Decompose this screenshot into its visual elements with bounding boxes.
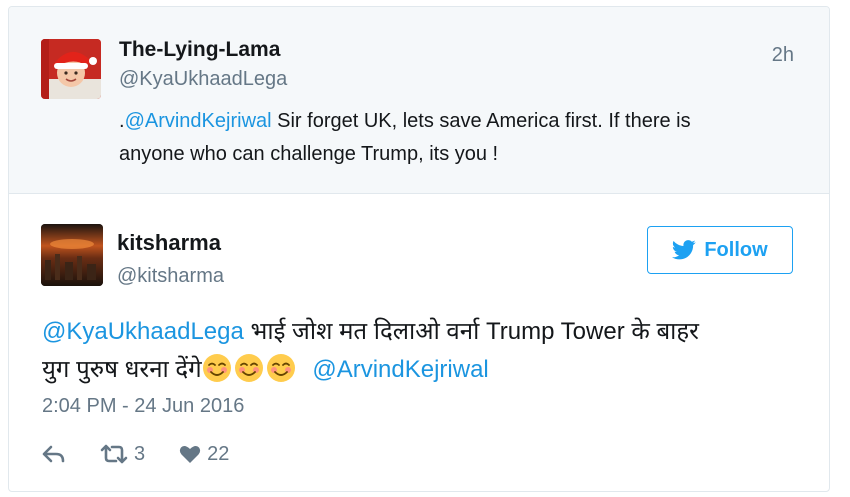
author-display-name[interactable]: The-Lying-Lama [119,38,280,62]
retweet-button[interactable]: 3 [100,443,145,466]
mention-link[interactable]: @KyaUkhaadLega [42,318,244,345]
follow-button[interactable]: Follow [647,226,793,274]
author-handle[interactable]: @kitsharma [117,265,224,288]
reply-icon [42,445,65,463]
embedded-tweet-card: The-Lying-Lama @KyaUkhaadLega 2h .@Arvin… [8,6,830,492]
tweet-text: @KyaUkhaadLega भाई जोश मत दिलाओ वर्ना Tr… [42,313,812,389]
mention-link[interactable]: @ArvindKejriwal [312,356,488,383]
smiling-face-emoji [266,354,295,382]
avatar[interactable] [41,39,101,99]
avatar-image [41,39,101,99]
smiling-face-emoji [202,354,231,382]
avatar[interactable] [41,224,103,286]
text-line2: युग पुरुष धरना देंगे [42,356,202,383]
parent-tweet[interactable]: The-Lying-Lama @KyaUkhaadLega 2h .@Arvin… [9,7,829,194]
like-button[interactable]: 22 [179,443,229,466]
twitter-bird-icon [672,240,696,260]
tweet-text: .@ArvindKejriwal Sir forget UK, lets sav… [119,105,799,171]
follow-label: Follow [704,238,768,261]
smiling-face-emoji [234,354,263,382]
text-line2: anyone who can challenge Trump, its you … [119,143,499,165]
tweet-time[interactable]: 2h [772,44,794,67]
retweet-count: 3 [134,442,146,465]
text-line1: भाई जोश मत दिलाओ वर्ना Trump Tower के बा… [243,318,699,345]
author-handle[interactable]: @KyaUkhaadLega [119,68,287,91]
emoji-group [202,354,306,383]
author-display-name[interactable]: kitsharma [117,230,221,256]
retweet-icon [100,444,128,464]
like-count: 22 [207,442,230,465]
tweet-timestamp[interactable]: 2:04 PM - 24 Jun 2016 [42,395,244,418]
heart-icon [179,446,201,463]
mention-link[interactable]: @ArvindKejriwal [125,110,272,132]
avatar-image [41,224,103,286]
text-line1: Sir forget UK, lets save America first. … [271,110,691,132]
tweet-actions: 3 22 [42,439,263,469]
reply-button[interactable] [42,445,66,463]
